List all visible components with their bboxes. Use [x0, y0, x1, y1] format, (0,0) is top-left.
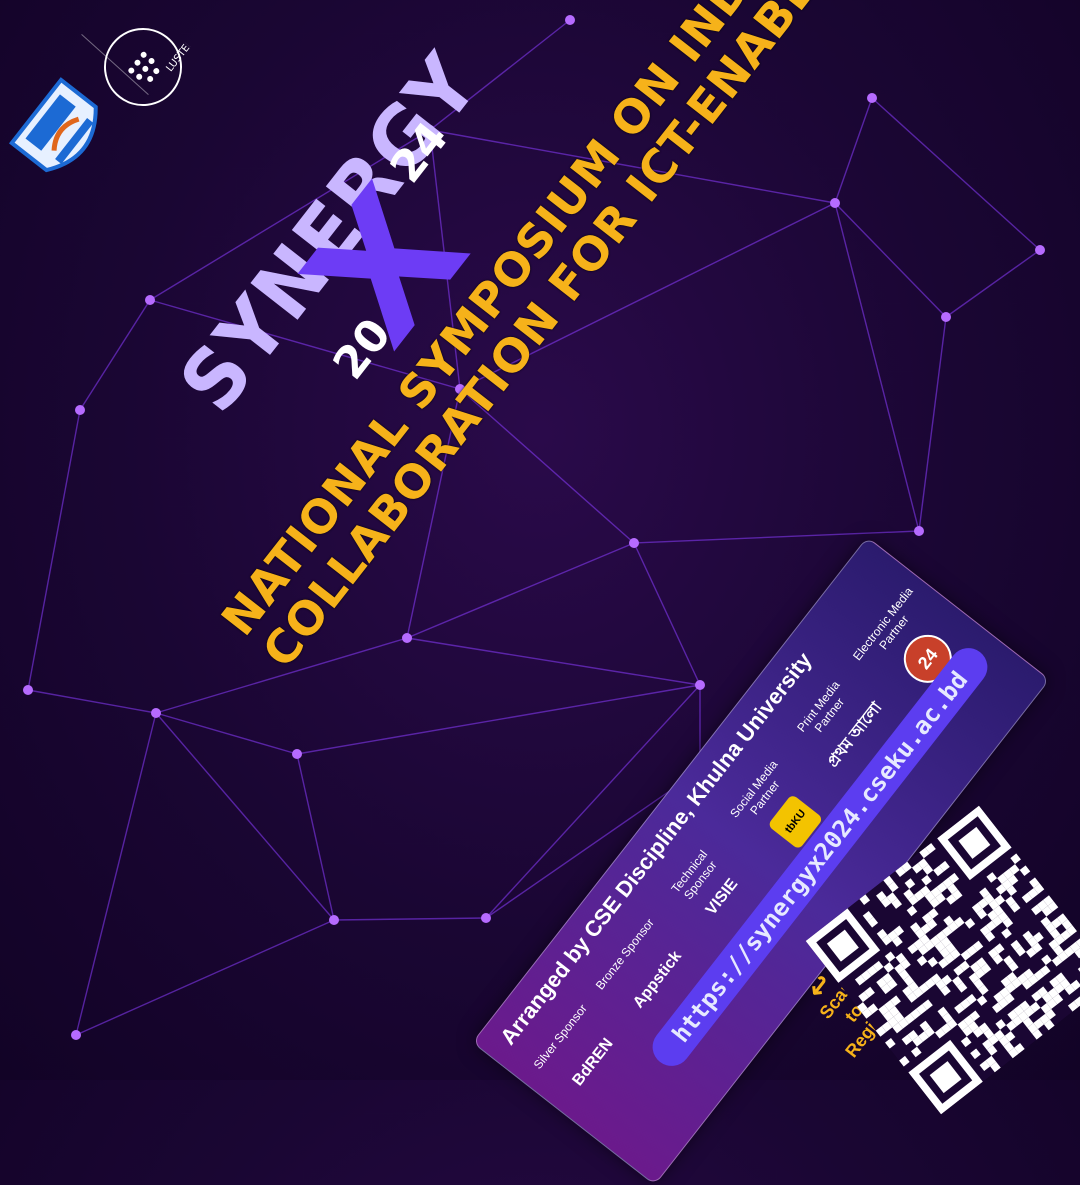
- network-node: [830, 198, 840, 208]
- network-edge: [333, 917, 487, 921]
- network-node: [23, 685, 33, 695]
- network-node: [481, 913, 491, 923]
- network-node: [914, 526, 924, 536]
- network-edge: [27, 409, 81, 691]
- network-edge: [296, 684, 701, 755]
- network-node: [867, 93, 877, 103]
- network-node: [695, 680, 705, 690]
- network-edge: [406, 637, 701, 686]
- network-node: [629, 538, 639, 548]
- network-edge: [296, 753, 335, 921]
- network-node: [71, 1030, 81, 1040]
- network-edge: [75, 712, 157, 1036]
- network-edge: [406, 542, 635, 639]
- network-node: [75, 405, 85, 415]
- network-edge: [633, 530, 920, 544]
- network-edge: [633, 542, 701, 686]
- network-node: [1035, 245, 1045, 255]
- network-edge: [834, 202, 947, 318]
- network-edge: [945, 249, 1041, 318]
- network-node: [941, 312, 951, 322]
- network-node: [145, 295, 155, 305]
- network-edge: [871, 97, 1041, 251]
- network-node: [565, 15, 575, 25]
- network-edge: [79, 299, 151, 411]
- network-node: [402, 633, 412, 643]
- network-edge: [834, 202, 920, 532]
- network-edge: [918, 316, 947, 532]
- network-edge: [75, 919, 335, 1036]
- network-node: [292, 749, 302, 759]
- network-node: [329, 915, 339, 925]
- network-edge: [834, 97, 873, 204]
